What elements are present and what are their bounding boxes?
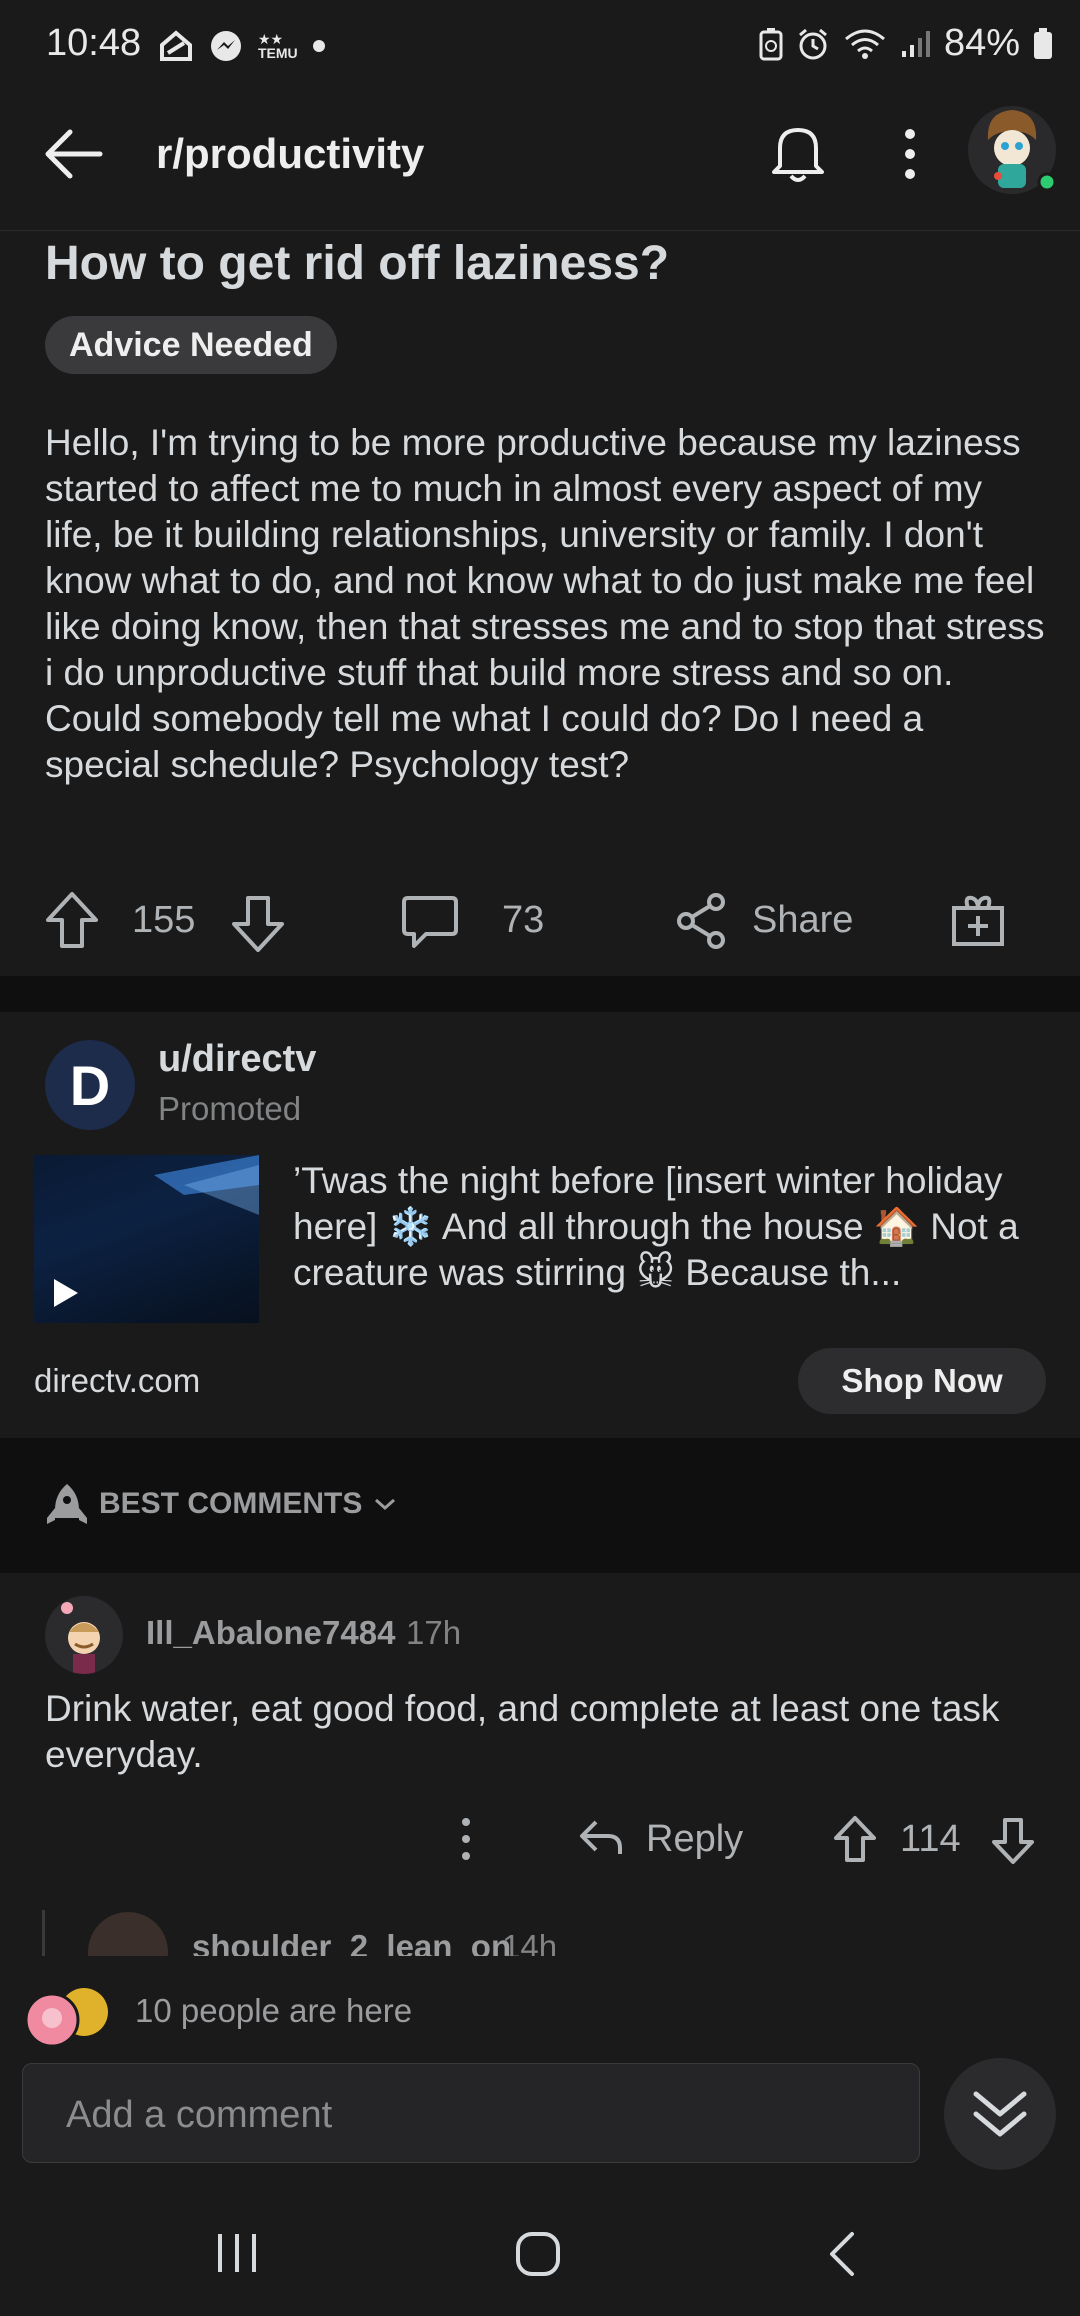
chevron-down-icon (372, 1495, 398, 1513)
status-bar: 10:48 ★★ TEMU 84% (0, 0, 1080, 95)
presence-avatars (24, 1986, 114, 2052)
downvote-icon[interactable] (230, 894, 286, 954)
subreddit-name[interactable]: r/productivity (156, 130, 424, 178)
double-chevron-down-icon (970, 2086, 1030, 2142)
recents-icon[interactable] (214, 2230, 260, 2276)
ad-domain[interactable]: directv.com (34, 1362, 200, 1400)
award-icon[interactable] (950, 892, 1006, 948)
post-score: 155 (132, 899, 196, 941)
bell-icon[interactable] (766, 120, 830, 186)
comment-body: Drink water, eat good food, and complete… (45, 1688, 1000, 1775)
advertiser-avatar[interactable]: D (45, 1040, 135, 1130)
comment-downvote-icon[interactable] (990, 1816, 1036, 1866)
play-icon[interactable] (50, 1277, 80, 1309)
home-icon (158, 29, 194, 63)
dot-icon (312, 39, 326, 53)
reply-author-avatar[interactable] (88, 1912, 168, 1956)
notification-icons: ★★ TEMU (158, 28, 326, 64)
post-actions: 155 73 Share (0, 880, 1080, 960)
reply-author[interactable]: shoulder_2_lean_on (192, 1928, 511, 1956)
comment-actions: Reply 114 (0, 1800, 1080, 1880)
advertiser-name[interactable]: u/directv (158, 1038, 316, 1081)
shop-now-button[interactable]: Shop Now (798, 1348, 1046, 1414)
promoted-label: Promoted (158, 1090, 302, 1127)
thread-line (42, 1910, 45, 1956)
post-body: Hello, I'm trying to be more productive … (45, 422, 1045, 785)
wifi-icon (842, 27, 888, 61)
reply-thread-preview[interactable]: shoulder_2_lean_on 14h (0, 1900, 1080, 1956)
presence-text: 10 people are here (135, 1992, 413, 2029)
signal-icon (900, 29, 932, 59)
sort-label: BEST COMMENTS (99, 1487, 363, 1520)
post-title[interactable]: How to get rid off laziness? (45, 236, 669, 291)
directv-logo: D (69, 1053, 111, 1117)
back-arrow-icon[interactable] (42, 122, 106, 186)
avatar[interactable] (966, 100, 1062, 196)
share-icon[interactable] (674, 892, 730, 950)
temu-icon: ★★ TEMU (258, 31, 298, 61)
kebab-menu-icon[interactable] (898, 126, 922, 182)
battery-icon (1032, 27, 1054, 61)
home-nav-icon[interactable] (514, 2230, 562, 2278)
messenger-icon (208, 28, 244, 64)
rocket-icon (45, 1480, 89, 1528)
section-divider (0, 976, 1080, 1012)
upvote-icon[interactable] (44, 890, 100, 950)
jump-down-button[interactable] (944, 2058, 1056, 2170)
comment-icon[interactable] (400, 892, 460, 952)
post-flair[interactable]: Advice Needed (45, 316, 337, 374)
ad-text[interactable]: ’Twas the night before [insert winter ho… (293, 1158, 1063, 1296)
comment-sort[interactable]: BEST COMMENTS (45, 1480, 398, 1528)
comment-upvote-icon[interactable] (832, 1814, 878, 1864)
reply-button[interactable]: Reply (646, 1818, 743, 1861)
back-nav-icon[interactable] (822, 2230, 862, 2278)
system-status: 84% (758, 22, 1054, 65)
comment-count[interactable]: 73 (502, 899, 544, 942)
battery-saver-icon (758, 27, 784, 61)
reply-time: 14h (502, 1928, 558, 1956)
comment-time: 17h (406, 1614, 462, 1651)
commenter-avatar[interactable] (45, 1596, 123, 1674)
comment-more-icon[interactable] (454, 1814, 478, 1864)
system-nav-bar (0, 2186, 1080, 2316)
comment-author[interactable]: Ill_Abalone7484 (146, 1614, 395, 1652)
reply-icon[interactable] (578, 1818, 624, 1858)
ad-video-thumbnail[interactable] (34, 1155, 259, 1323)
comment-score: 114 (900, 1818, 961, 1860)
add-comment-placeholder[interactable]: Add a comment (66, 2094, 332, 2137)
status-time: 10:48 (46, 22, 142, 64)
share-label[interactable]: Share (752, 899, 853, 942)
battery-percent: 84% (943, 22, 1020, 64)
alarm-icon (796, 27, 830, 61)
